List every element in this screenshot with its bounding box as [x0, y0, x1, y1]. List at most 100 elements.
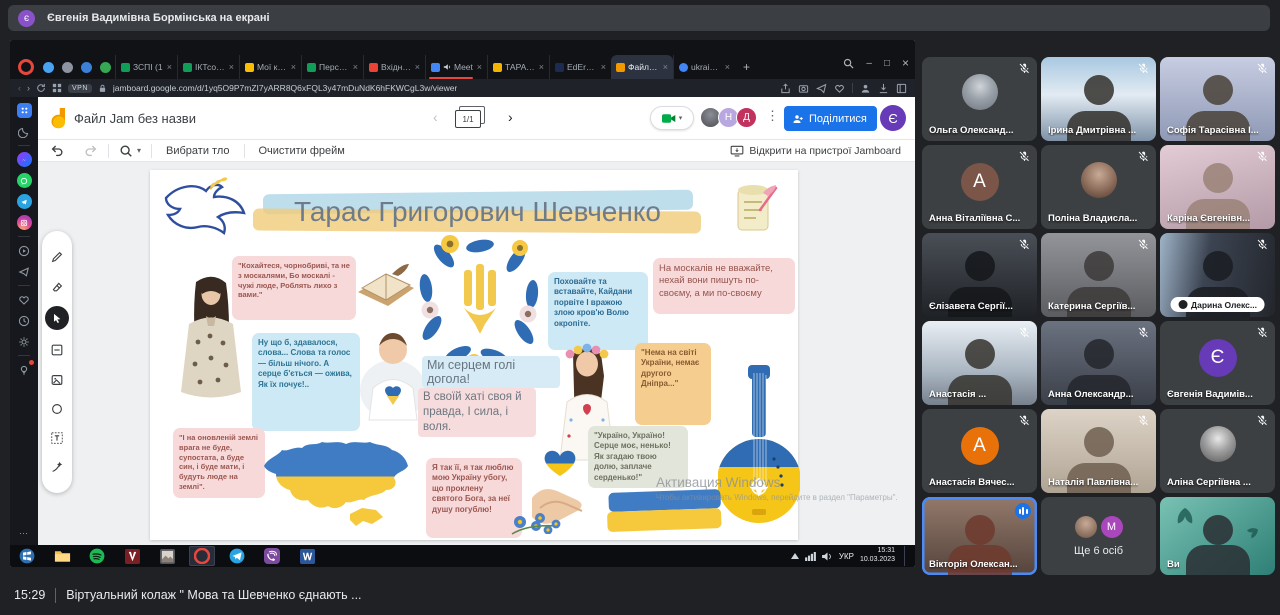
- participant-tile[interactable]: Аліна Сергіївна ...: [1160, 409, 1275, 493]
- telegram-icon[interactable]: [17, 194, 32, 209]
- profile-icon[interactable]: [860, 83, 871, 94]
- panels-icon[interactable]: [896, 83, 907, 94]
- meet-camera-button[interactable]: ▾: [650, 106, 694, 130]
- close-tab-icon[interactable]: ×: [539, 62, 544, 72]
- close-tab-icon[interactable]: ×: [601, 62, 606, 72]
- spotify-icon[interactable]: [84, 546, 110, 566]
- close-tab-icon[interactable]: ×: [725, 62, 730, 72]
- browser-tab[interactable]: Персона×: [301, 55, 363, 79]
- pinned-tab-icon[interactable]: [100, 62, 111, 73]
- browser-tab[interactable]: ТАРАС Ш×: [487, 55, 549, 79]
- close-tab-icon[interactable]: ×: [477, 62, 482, 72]
- opera-menu-icon[interactable]: [18, 59, 34, 75]
- bookmarks-heart-icon[interactable]: [17, 292, 32, 307]
- account-avatar[interactable]: Є: [880, 105, 906, 131]
- participant-tile[interactable]: Ірина Дмитрівна ...: [1041, 57, 1156, 141]
- back-icon[interactable]: ‹: [18, 83, 21, 93]
- participant-tile[interactable]: Каріна Євгенівн...: [1160, 145, 1275, 229]
- sticky-note[interactable]: Ну що б, здавалося, слова... Слова та го…: [252, 333, 360, 431]
- player-icon[interactable]: [17, 243, 32, 258]
- share-button[interactable]: Поділитися: [784, 106, 877, 131]
- close-tab-icon[interactable]: ×: [353, 62, 358, 72]
- new-tab-button[interactable]: +: [735, 60, 758, 74]
- search-tabs-icon[interactable]: [843, 58, 854, 69]
- explorer-icon[interactable]: [49, 546, 75, 566]
- speed-dial-icon[interactable]: [52, 83, 62, 93]
- undo-icon[interactable]: [50, 143, 65, 158]
- sticky-note[interactable]: На москалів не вважайте, нехай вони пишу…: [653, 258, 795, 314]
- laser-tool-icon[interactable]: [48, 458, 66, 476]
- easy-setup-icon[interactable]: [17, 362, 32, 377]
- word-icon[interactable]: [294, 546, 320, 566]
- participant-tile[interactable]: А Анастасія Вячес...: [922, 409, 1037, 493]
- overflow-tile[interactable]: М Ще 6 осіб: [1041, 497, 1156, 575]
- participant-tile[interactable]: Єлізавета Сергії...: [922, 233, 1037, 317]
- browser-tab[interactable]: ЗСПІ (1×: [115, 55, 177, 79]
- browser-tab[interactable]: ukraine fl×: [673, 55, 735, 79]
- browser-tab[interactable]: Мої курс×: [239, 55, 301, 79]
- snapshot-icon[interactable]: [798, 83, 809, 94]
- browser-tab[interactable]: EdEra – с×: [549, 55, 611, 79]
- send-to-device-icon[interactable]: [816, 83, 827, 94]
- sticky-note[interactable]: "І на оновленій землі врага не буде, суп…: [173, 428, 265, 498]
- participant-tile[interactable]: Наталія Павлівна...: [1041, 409, 1156, 493]
- language-indicator[interactable]: УКР: [839, 552, 854, 561]
- history-icon[interactable]: [17, 313, 32, 328]
- opera-taskbar-icon[interactable]: [189, 546, 215, 566]
- flow-send-icon[interactable]: [17, 264, 32, 279]
- download-icon[interactable]: [878, 83, 889, 94]
- open-on-device-button[interactable]: Відкрити на пристрої Jamboard: [730, 140, 901, 162]
- close-tab-icon[interactable]: ×: [167, 62, 172, 72]
- close-tab-icon[interactable]: ×: [663, 62, 668, 72]
- zoom-icon[interactable]: [119, 144, 133, 158]
- pinned-tab-icon[interactable]: [81, 62, 92, 73]
- collage-caption[interactable]: Ми серцем голі догола!: [422, 356, 560, 388]
- close-tab-icon[interactable]: ×: [291, 62, 296, 72]
- jam-more-menu-icon[interactable]: ⋮: [766, 108, 779, 124]
- url-text[interactable]: jamboard.google.com/d/1yq5O9P7mZI7yARR8Q…: [113, 83, 457, 93]
- vpn-badge[interactable]: VPN: [68, 84, 92, 93]
- pinned-tab-icon[interactable]: [62, 62, 73, 73]
- reload-icon[interactable]: [36, 83, 46, 93]
- participant-tile[interactable]: Є Євгенія Вадимів...: [1160, 321, 1275, 405]
- browser-tab-meet[interactable]: Meet ×: [425, 55, 487, 79]
- prev-frame-icon[interactable]: ‹: [433, 109, 438, 125]
- clear-frame-button[interactable]: Очистити фрейм: [255, 145, 349, 157]
- zoom-caret-icon[interactable]: ▾: [137, 146, 141, 155]
- settings-gear-icon[interactable]: [17, 334, 32, 349]
- sticky-note-tool-icon[interactable]: [48, 341, 66, 359]
- v-app-icon[interactable]: [119, 546, 145, 566]
- maximize-button[interactable]: □: [884, 58, 890, 69]
- minimize-button[interactable]: –: [866, 58, 872, 69]
- image-tool-icon[interactable]: [48, 371, 66, 389]
- jam-file-title[interactable]: Файл Jam без назви: [74, 111, 196, 126]
- participant-tile[interactable]: Катерина Сергіїв...: [1041, 233, 1156, 317]
- browser-tab[interactable]: Вхідні (2)×: [363, 55, 425, 79]
- participant-tile[interactable]: Поліна Владисла...: [1041, 145, 1156, 229]
- bookmark-heart-icon[interactable]: [834, 83, 845, 94]
- eraser-tool-icon[interactable]: [48, 277, 66, 295]
- photos-icon[interactable]: [154, 546, 180, 566]
- close-tab-icon[interactable]: ×: [415, 62, 420, 72]
- close-window-button[interactable]: ×: [902, 56, 909, 70]
- sidebar-more-icon[interactable]: ⋯: [19, 528, 29, 539]
- redo-icon[interactable]: [83, 143, 98, 158]
- textbox-tool-icon[interactable]: [48, 429, 66, 447]
- participant-tile[interactable]: Дарина Олекс...: [1160, 233, 1275, 317]
- self-tile[interactable]: Ви: [1160, 497, 1275, 575]
- sticky-note[interactable]: "Нема на світі України, немає другого Дн…: [635, 343, 711, 425]
- participant-tile[interactable]: Ольга Олександ...: [922, 57, 1037, 141]
- browser-tab-active[interactable]: Файл Jam×: [611, 55, 673, 79]
- show-desktop-button[interactable]: [904, 546, 909, 566]
- shape-tool-icon[interactable]: [48, 400, 66, 418]
- share-page-icon[interactable]: [780, 83, 791, 94]
- dark-mode-icon[interactable]: [17, 124, 32, 139]
- next-frame-icon[interactable]: ›: [508, 109, 513, 125]
- pen-tool-icon[interactable]: [48, 248, 66, 266]
- workspace-icon[interactable]: [17, 103, 32, 118]
- volume-icon[interactable]: [822, 552, 833, 561]
- participant-tile-speaking[interactable]: Вікторія Олексан...: [922, 497, 1037, 575]
- instagram-icon[interactable]: [17, 215, 32, 230]
- messenger-icon[interactable]: [17, 152, 32, 167]
- start-button[interactable]: [14, 546, 40, 566]
